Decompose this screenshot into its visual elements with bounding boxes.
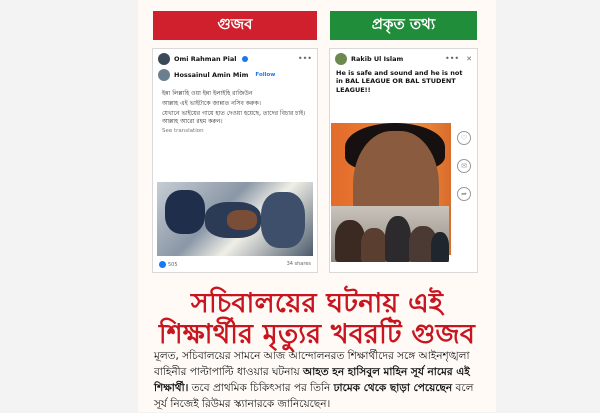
share-count: 34 shares [286,261,311,267]
rumor-post-screenshot: Omi Rahman Pial ••• Hossainul Amin Mim F… [153,49,317,272]
fact-label: প্রকৃত তথ্য [330,11,477,40]
shared-author: Hossainul Amin Mim [174,71,249,79]
avatar [158,53,170,65]
avatar [335,53,347,65]
close-icon: ✕ [466,55,472,63]
post-header: Rakib Ul Islam ••• ✕ [330,49,477,69]
more-icon: ••• [297,54,312,63]
rumor-label: গুজব [153,11,317,40]
post-author: Omi Rahman Pial [174,55,237,63]
post-line: যেখানে ভাইয়ের গায়ে হাত দেওয়া হয়েছে, … [162,110,306,126]
follow-link: Follow [255,72,276,78]
action-rail: ♡ ✉ ➦ [451,123,477,255]
headline-line-1: সচিবালয়ের ঘটনায় এই [190,288,444,319]
post-reactions: 505 34 shares [159,261,311,268]
reaction-count: 505 [159,261,178,268]
post-caption: He is safe and sound and he is not in BA… [336,69,463,94]
body-text-part: তবে প্রাথমিক চিকিৎসার পর তিনি [188,381,334,394]
more-icon: ••• [444,54,460,63]
see-translation: See translation [162,128,204,135]
post-line: ইন্না লিল্লাহি ওয়া ইন্না ইলাইহি রাজিউন [162,90,253,97]
headline: সচিবালয়ের ঘটনায় এই শিক্ষার্থীর মৃত্যুর… [138,288,496,351]
verified-icon [242,56,249,62]
headline-line-2: শিক্ষার্থীর মৃত্যুর খবরটি গুজব [158,318,476,350]
shared-header: Hossainul Amin Mim Follow [153,69,317,85]
article-body: মূলত, সচিবালয়ের সামনে আজ আন্দোলনরত শিক্… [154,349,484,413]
comment-icon: ✉ [457,159,471,173]
post-text: ইন্না লিল্লাহি ওয়া ইন্না ইলাইহি রাজিউন … [158,85,312,141]
like-icon: ♡ [457,131,471,145]
share-icon: ➦ [457,187,471,201]
fact-post-screenshot: Rakib Ul Islam ••• ✕ He is safe and soun… [330,49,477,272]
post-header: Omi Rahman Pial ••• [153,49,317,69]
avatar [158,69,170,81]
injured-student-photo [157,182,313,256]
body-bold-part: ঢামেক থেকে ছাড়া পেয়েছেন [333,381,453,394]
post-author: Rakib Ul Islam [351,55,404,63]
post-line: আল্লাহ এই ভাইটাকে জান্নাত নসিব করুক। [162,100,261,108]
like-icon [159,261,166,268]
group-photo [331,206,449,262]
